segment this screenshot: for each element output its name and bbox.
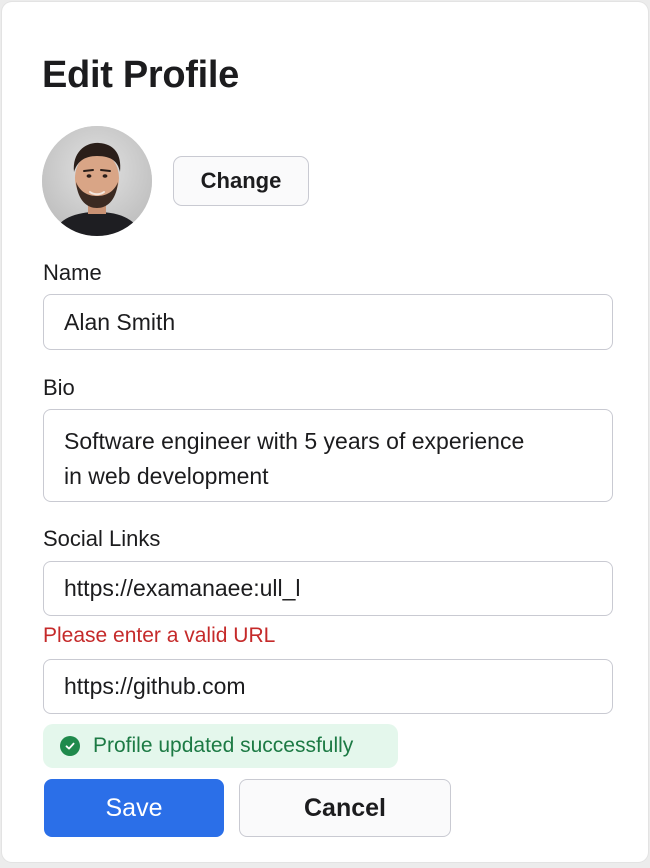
user-photo-icon	[42, 126, 152, 236]
bio-textarea[interactable]: Software engineer with 5 years of experi…	[43, 409, 613, 502]
page-title: Edit Profile	[42, 54, 239, 96]
cancel-button[interactable]: Cancel	[239, 779, 451, 837]
check-circle-icon	[60, 736, 80, 756]
edit-profile-card: Edit Profile Change Name Alan Smith Bio …	[2, 2, 648, 862]
social-link-input-1[interactable]: https://examanaee:ull_l	[43, 561, 613, 616]
url-error-message: Please enter a valid URL	[43, 624, 276, 647]
bio-label: Bio	[43, 375, 75, 400]
social-link-input-2[interactable]: https://github.com	[43, 659, 613, 714]
toast-message: Profile updated successfully	[93, 734, 354, 757]
name-label: Name	[43, 260, 102, 285]
change-avatar-button[interactable]: Change	[173, 156, 309, 206]
social-links-label: Social Links	[43, 526, 161, 551]
save-button[interactable]: Save	[44, 779, 224, 837]
success-toast: Profile updated successfully	[43, 724, 398, 768]
avatar	[42, 126, 152, 236]
name-input[interactable]: Alan Smith	[43, 294, 613, 350]
